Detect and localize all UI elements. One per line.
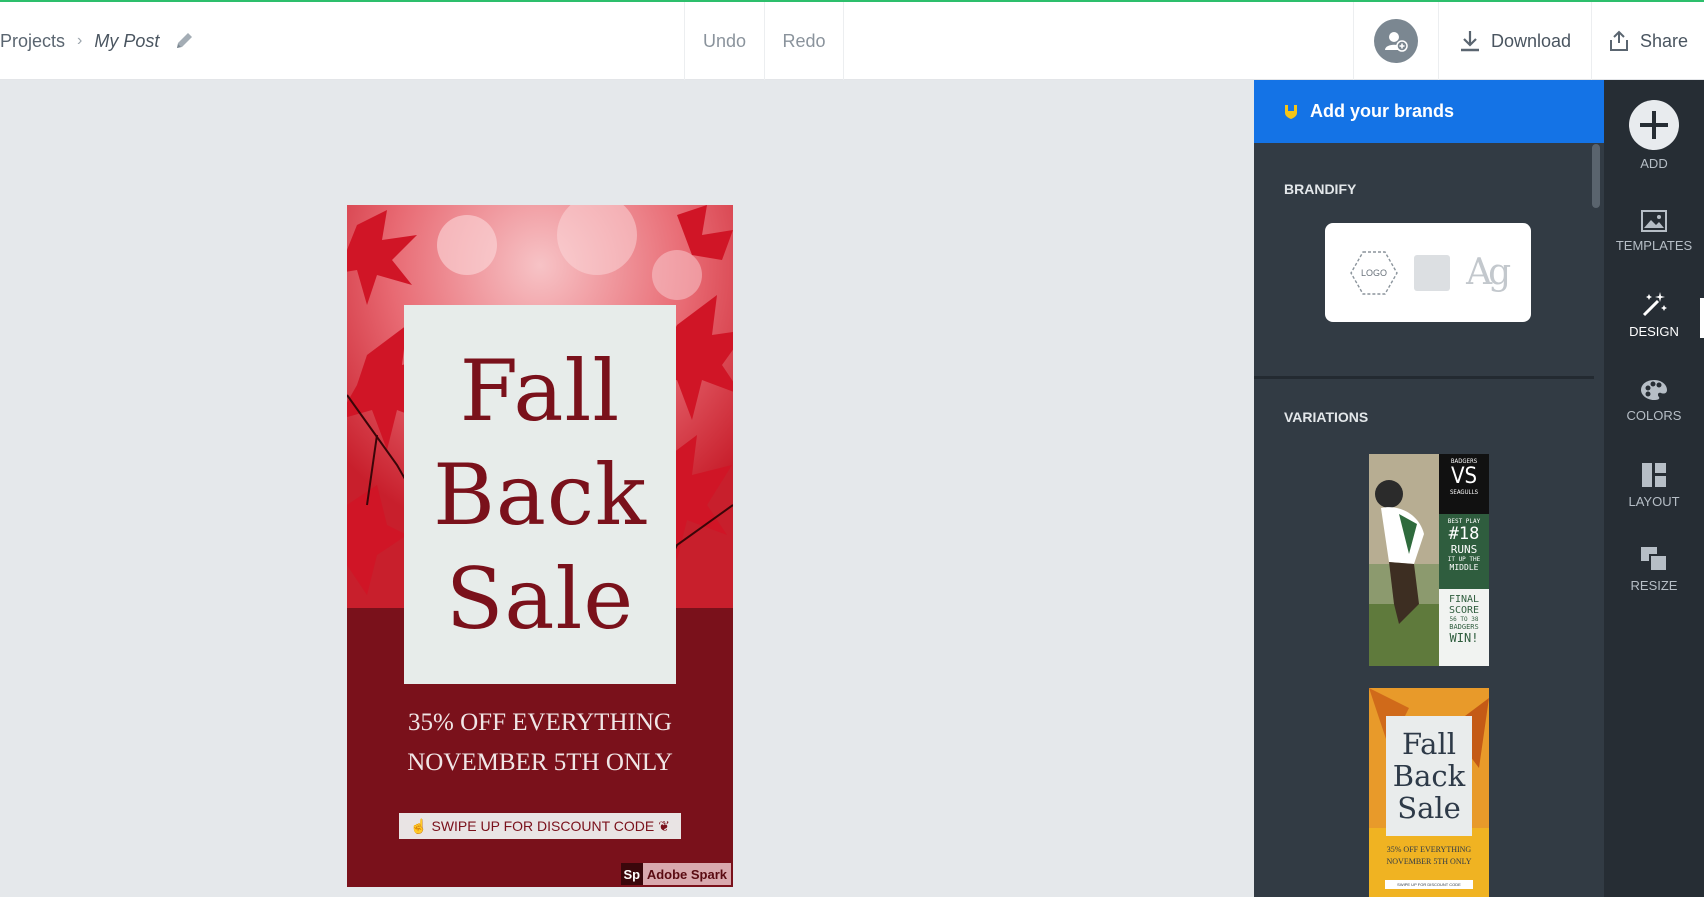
spark-badge-label: Adobe Spark — [646, 866, 727, 882]
offer-line-2: NOVEMBER 5TH ONLY — [407, 749, 673, 776]
font-sample-icon: Ag — [1466, 252, 1511, 293]
rail-resize[interactable]: RESIZE — [1604, 546, 1704, 593]
share-icon — [1609, 30, 1628, 51]
image-icon — [1641, 210, 1667, 232]
headline-box[interactable]: Fall Back Sale — [404, 305, 676, 684]
share-label: Share — [1639, 30, 1689, 51]
color-swatch-icon — [1414, 254, 1451, 291]
breadcrumb: Projects › My Post — [0, 2, 195, 80]
share-button[interactable]: Share — [1591, 2, 1704, 80]
rail-design[interactable]: DESIGN — [1604, 290, 1704, 339]
rail-add-label: ADD — [1640, 156, 1668, 171]
chevron-right-icon: › — [77, 32, 83, 49]
headline-line-1: Fall — [459, 341, 621, 440]
variation-thumbnail-fall-sale[interactable]: Fall Back Sale 35% OFF EVERYTHING NOVEMB… — [1369, 688, 1489, 899]
panel-divider — [1254, 376, 1594, 379]
header-actions: Download Share — [1353, 2, 1704, 80]
spark-logo-icon: Sp — [620, 863, 643, 885]
logo-placeholder-icon: LOGO — [1350, 250, 1398, 295]
poster-canvas[interactable]: Fall Back Sale 35% OFF EVERYTHING NOVEMB… — [347, 205, 733, 887]
variation1-score: FINAL SCORE 56 TO 38 BADGERS WIN! — [1448, 594, 1480, 645]
active-tab-indicator — [1700, 298, 1704, 338]
variation2-offer: 35% OFF EVERYTHING NOVEMBER 5TH ONLY — [1386, 845, 1472, 866]
rail-layout-label: LAYOUT — [1628, 494, 1680, 509]
download-label: Download — [1490, 30, 1572, 51]
add-brands-label: Add your brands — [1310, 101, 1455, 121]
magic-wand-icon — [1642, 292, 1667, 317]
panel-scrollbar[interactable] — [1592, 144, 1600, 208]
variation2-headline: Fall Back Sale — [1386, 716, 1472, 836]
rail-templates-label: TEMPLATES — [1615, 238, 1693, 253]
resize-icon — [1641, 547, 1668, 572]
undo-button[interactable]: Undo — [684, 2, 764, 80]
download-icon — [1460, 31, 1479, 52]
headline-line-3: Sale — [445, 549, 635, 648]
add-brands-banner[interactable]: Add your brands — [1254, 80, 1604, 143]
pointer-hand-icon: ☝ — [410, 817, 428, 834]
history-controls: Undo Redo — [684, 2, 844, 80]
download-button[interactable]: Download — [1438, 2, 1591, 80]
top-bar: Projects › My Post Undo Redo Download Sh… — [0, 0, 1704, 80]
pencil-icon[interactable] — [173, 30, 195, 52]
leaf-icon: ❦ — [658, 817, 670, 834]
invite-collaborator-button[interactable] — [1353, 2, 1438, 80]
variations-title: VARIATIONS — [1284, 409, 1369, 425]
tool-rail: ADD TEMPLATES DESIGN COLORS LAYOUT RESIZ… — [1604, 80, 1704, 899]
rail-layout[interactable]: LAYOUT — [1604, 462, 1704, 509]
rail-colors-label: COLORS — [1626, 408, 1682, 423]
offer-line-1: 35% OFF EVERYTHING — [408, 709, 672, 736]
rail-templates[interactable]: TEMPLATES — [1604, 210, 1704, 253]
rail-design-label: DESIGN — [1629, 324, 1679, 339]
layout-icon — [1642, 463, 1666, 487]
brandify-card[interactable]: LOGO Ag — [1325, 223, 1531, 322]
variation-thumbnail-football[interactable]: BADGERS VS SEAGULLS BEST PLAY #18 RUNS I… — [1369, 454, 1489, 666]
palette-icon — [1641, 380, 1667, 400]
offer-text[interactable]: 35% OFF EVERYTHING NOVEMBER 5TH ONLY — [347, 703, 733, 783]
swipe-up-banner[interactable]: ☝ SWIPE UP FOR DISCOUNT CODE ❦ — [399, 813, 681, 839]
rail-colors[interactable]: COLORS — [1604, 378, 1704, 423]
design-canvas-area: Fall Back Sale 35% OFF EVERYTHING NOVEMB… — [0, 80, 1254, 899]
rail-add[interactable]: ADD — [1604, 100, 1704, 171]
swipe-label: SWIPE UP FOR DISCOUNT CODE — [431, 818, 655, 834]
variation1-text: BADGERS VS SEAGULLS — [1450, 458, 1478, 496]
svg-text:LOGO: LOGO — [1361, 268, 1387, 278]
brand-shield-icon — [1285, 104, 1297, 119]
add-user-icon — [1374, 19, 1418, 63]
rail-resize-label: RESIZE — [1630, 578, 1678, 593]
variation1-play: BEST PLAY #18 RUNS IT UP THE MIDDLE — [1447, 518, 1481, 572]
variation2-swipe: SWIPE UP FOR DISCOUNT CODE — [1385, 880, 1473, 889]
design-panel: Add your brands BRANDIFY LOGO Ag VARIATI… — [1254, 80, 1604, 899]
redo-button[interactable]: Redo — [764, 2, 844, 80]
adobe-spark-badge: Sp Adobe Spark — [620, 863, 731, 885]
brandify-title: BRANDIFY — [1284, 181, 1357, 197]
headline-line-2: Back — [433, 445, 647, 544]
plus-circle-icon — [1629, 100, 1679, 150]
breadcrumb-projects-link[interactable]: Projects — [0, 31, 65, 52]
post-title[interactable]: My Post — [94, 31, 159, 52]
